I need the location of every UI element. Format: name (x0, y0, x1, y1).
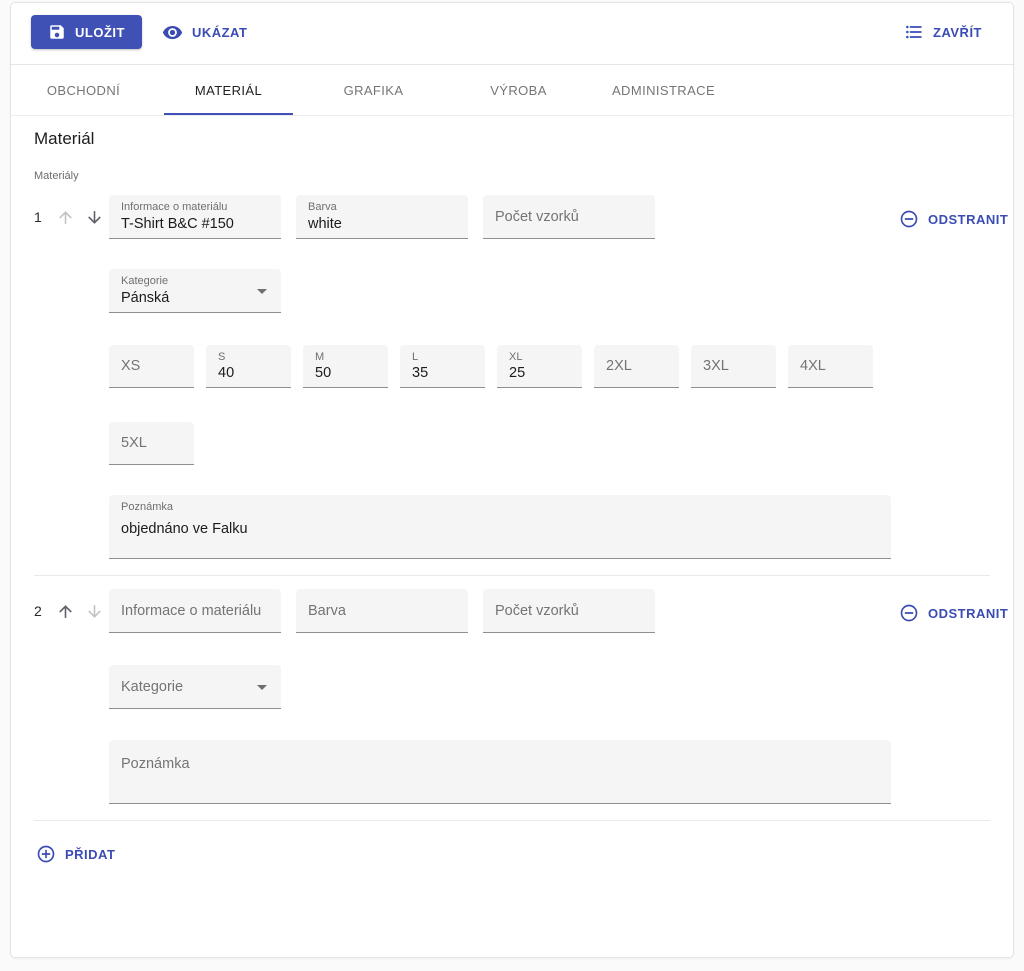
move-up-icon[interactable] (54, 206, 77, 229)
tab-grafika[interactable]: GRAFIKA (301, 65, 446, 115)
save-button[interactable]: ULOŽIT (31, 15, 142, 49)
samples-field[interactable] (483, 195, 655, 239)
size-2xl-field[interactable] (594, 345, 679, 388)
row-2-fields (109, 589, 891, 804)
remove-button-label: ODSTRANIT (928, 606, 1008, 621)
row-divider (34, 575, 990, 576)
material-row-1: 1 Informace o materiálu Barva (34, 195, 990, 559)
samples-input[interactable] (495, 195, 643, 238)
color-label: Barva (308, 201, 337, 213)
size-xl-field[interactable]: XL (497, 345, 582, 388)
tab-label: GRAFIKA (344, 83, 404, 98)
save-button-label: ULOŽIT (75, 25, 125, 40)
size-3xl-input[interactable] (703, 345, 764, 387)
samples-input[interactable] (495, 589, 643, 632)
material-info-input[interactable] (121, 214, 269, 233)
material-row-2: 2 (34, 589, 990, 804)
size-xl-input[interactable] (509, 363, 570, 382)
row-1-fields: Informace o materiálu Barva Kategorie (109, 195, 891, 559)
note-field[interactable]: Poznámka (109, 495, 891, 559)
active-tab-indicator (164, 113, 293, 115)
chevron-down-icon (250, 675, 274, 704)
save-icon (48, 23, 66, 41)
category-select[interactable] (109, 665, 281, 709)
material-info-label: Informace o materiálu (121, 201, 227, 213)
note-input[interactable] (121, 519, 879, 538)
color-input[interactable] (308, 214, 456, 233)
tab-material[interactable]: MATERIÁL (156, 65, 301, 115)
tab-vyroba[interactable]: VÝROBA (446, 65, 591, 115)
tab-label: OBCHODNÍ (47, 83, 120, 98)
remove-button-1[interactable]: ODSTRANIT (891, 202, 1014, 236)
size-5xl-input[interactable] (121, 422, 182, 464)
close-button[interactable]: ZAVŘÍT (896, 15, 990, 49)
category-label: Kategorie (121, 275, 168, 287)
size-s-input[interactable] (218, 363, 279, 382)
list-icon (904, 22, 924, 42)
category-value[interactable] (121, 665, 251, 708)
chevron-down-icon (250, 279, 274, 308)
minus-circle-icon (899, 209, 919, 229)
toolbar: ULOŽIT UKÁZAT ZAVŘÍT (11, 3, 1013, 64)
size-s-field[interactable]: S (206, 345, 291, 388)
materials-list-label: Materiály (34, 170, 990, 182)
category-select[interactable]: Kategorie (109, 269, 281, 313)
plus-circle-icon (36, 844, 56, 864)
material-info-field[interactable]: Informace o materiálu (109, 195, 281, 239)
size-xs-field[interactable] (109, 345, 194, 388)
remove-button-label: ODSTRANIT (928, 212, 1008, 227)
row-2-header: 2 (34, 589, 109, 633)
remove-button-2[interactable]: ODSTRANIT (891, 596, 1014, 630)
size-m-field[interactable]: M (303, 345, 388, 388)
size-l-field[interactable]: L (400, 345, 485, 388)
minus-circle-icon (899, 603, 919, 623)
samples-field[interactable] (483, 589, 655, 633)
row-number: 2 (34, 603, 48, 619)
tab-content: Materiál Materiály 1 Informace o materiá… (11, 129, 1013, 891)
size-s-label: S (218, 351, 225, 363)
tab-label: MATERIÁL (195, 83, 262, 98)
show-button-label: UKÁZAT (192, 25, 247, 40)
size-5xl-field[interactable] (109, 422, 194, 465)
add-row: PŘIDAT (34, 837, 990, 891)
move-down-icon[interactable] (83, 600, 106, 623)
move-up-icon[interactable] (54, 600, 77, 623)
color-input[interactable] (308, 589, 456, 632)
note-label: Poznámka (121, 501, 173, 513)
row-1-header: 1 (34, 195, 109, 239)
eye-icon (162, 22, 183, 43)
add-button[interactable]: PŘIDAT (34, 837, 123, 871)
color-field[interactable]: Barva (296, 195, 468, 239)
form-card: ULOŽIT UKÁZAT ZAVŘÍT OBCHODNÍ MATERIÁL G… (10, 2, 1014, 958)
size-m-input[interactable] (315, 363, 376, 382)
material-info-field[interactable] (109, 589, 281, 633)
size-l-input[interactable] (412, 363, 473, 382)
size-xl-label: XL (509, 351, 522, 363)
size-m-label: M (315, 351, 324, 363)
show-button[interactable]: UKÁZAT (154, 15, 255, 49)
material-info-input[interactable] (121, 589, 269, 632)
color-field[interactable] (296, 589, 468, 633)
size-4xl-input[interactable] (800, 345, 861, 387)
row-divider (34, 820, 990, 821)
category-value[interactable] (121, 288, 251, 307)
add-button-label: PŘIDAT (65, 847, 115, 862)
close-button-label: ZAVŘÍT (933, 25, 982, 40)
tab-label: VÝROBA (490, 83, 547, 98)
size-l-label: L (412, 351, 418, 363)
size-4xl-field[interactable] (788, 345, 873, 388)
tab-bar: OBCHODNÍ MATERIÁL GRAFIKA VÝROBA ADMINIS… (11, 65, 1013, 116)
tab-obchodni[interactable]: OBCHODNÍ (11, 65, 156, 115)
row-number: 1 (34, 209, 48, 225)
move-down-icon[interactable] (83, 206, 106, 229)
tab-label: ADMINISTRACE (612, 83, 715, 98)
note-field[interactable] (109, 740, 891, 804)
size-xs-input[interactable] (121, 345, 182, 387)
size-2xl-input[interactable] (606, 345, 667, 387)
page-title: Materiál (34, 129, 990, 149)
note-input[interactable] (121, 752, 879, 776)
size-3xl-field[interactable] (691, 345, 776, 388)
tab-administrace[interactable]: ADMINISTRACE (591, 65, 736, 115)
